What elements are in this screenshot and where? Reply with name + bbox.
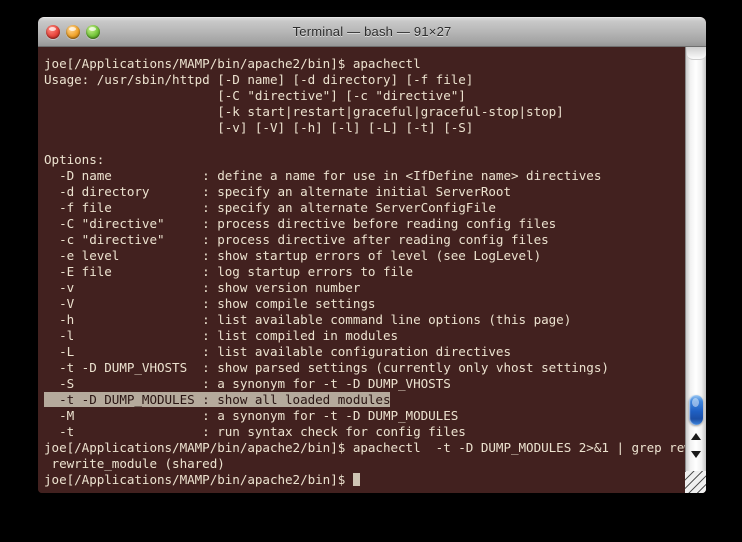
terminal-body[interactable]: joe[/Applications/MAMP/bin/apache2/bin]$… [38,47,706,493]
zoom-button[interactable] [86,25,100,39]
minimize-button[interactable] [66,25,80,39]
line-text: -v : show version number [44,280,360,295]
line-text: rewrite_module (shared) [44,456,225,471]
line-text: -e level : show startup errors of level … [44,248,541,263]
title-bar[interactable]: Terminal — bash — 91×27 [38,17,706,47]
line-text: Options: [44,152,104,167]
line-text: -V : show compile settings [44,296,375,311]
line-text: Usage: /usr/sbin/httpd [-D name] [-d dir… [44,72,473,87]
line-text: -S : a synonym for -t -D DUMP_VHOSTS [44,376,451,391]
terminal-line: Options: [44,152,685,168]
scrollbar-thumb[interactable] [689,395,703,425]
block-cursor [353,473,360,486]
terminal-line: -e level : show startup errors of level … [44,248,685,264]
terminal-line: [-k start|restart|graceful|graceful-stop… [44,104,685,120]
prompt-text: joe[/Applications/MAMP/bin/apache2/bin]$ [44,472,353,487]
terminal-line: -l : list compiled in modules [44,328,685,344]
window-controls [46,25,100,39]
terminal-line: -d directory : specify an alternate init… [44,184,685,200]
terminal-line-blank [44,136,685,152]
line-text: [-v] [-V] [-h] [-l] [-L] [-t] [-S] [44,120,473,135]
line-text: -C "directive" : process directive befor… [44,216,556,231]
terminal-line: -v : show version number [44,280,685,296]
terminal-line: -c "directive" : process directive after… [44,232,685,248]
terminal-line: -E file : log startup errors to file [44,264,685,280]
line-text: -L : list available configuration direct… [44,344,511,359]
line-text: [-C "directive"] [-c "directive"] [44,88,466,103]
terminal-line: -L : list available configuration direct… [44,344,685,360]
terminal-line: -C "directive" : process directive befor… [44,216,685,232]
terminal-line: joe[/Applications/MAMP/bin/apache2/bin]$… [44,440,685,456]
terminal-line: -t -D DUMP_VHOSTS : show parsed settings… [44,360,685,376]
triangle-down-icon [691,451,701,458]
line-text: -M : a synonym for -t -D DUMP_MODULES [44,408,458,423]
terminal-window[interactable]: Terminal — bash — 91×27 joe[/Application… [38,17,706,493]
terminal-line: -S : a synonym for -t -D DUMP_VHOSTS [44,376,685,392]
line-text: -t : run syntax check for config files [44,424,466,439]
scroll-down-arrow-icon[interactable] [686,446,706,463]
terminal-line: -f file : specify an alternate ServerCon… [44,200,685,216]
line-text: -l : list compiled in modules [44,328,398,343]
line-text: -d directory : specify an alternate init… [44,184,511,199]
triangle-up-icon [691,433,701,440]
line-text: joe[/Applications/MAMP/bin/apache2/bin]$… [44,56,421,71]
terminal-line: -h : list available command line options… [44,312,685,328]
terminal-line: -M : a synonym for -t -D DUMP_MODULES [44,408,685,424]
window-title: Terminal — bash — 91×27 [38,24,706,39]
selected-line-text[interactable]: -t -D DUMP_MODULES : show all loaded mod… [44,392,390,407]
line-text: -f file : specify an alternate ServerCon… [44,200,496,215]
line-text: -c "directive" : process directive after… [44,232,549,247]
terminal-line: joe[/Applications/MAMP/bin/apache2/bin]$… [44,56,685,72]
terminal-line: [-v] [-V] [-h] [-l] [-L] [-t] [-S] [44,120,685,136]
line-text: -E file : log startup errors to file [44,264,413,279]
line-text: joe[/Applications/MAMP/bin/apache2/bin]$… [44,440,685,455]
terminal-line: rewrite_module (shared) [44,456,685,472]
terminal-line-selected: -t -D DUMP_MODULES : show all loaded mod… [44,392,685,408]
resize-grip-icon[interactable] [685,471,706,493]
terminal-line: -D name : define a name for use in <IfDe… [44,168,685,184]
line-text: -t -D DUMP_VHOSTS : show parsed settings… [44,360,609,375]
line-text: -h : list available command line options… [44,312,571,327]
close-button[interactable] [46,25,60,39]
line-text: -D name : define a name for use in <IfDe… [44,168,601,183]
scroll-up-arrow-icon[interactable] [686,428,706,445]
terminal-line: [-C "directive"] [-c "directive"] [44,88,685,104]
terminal-line: -V : show compile settings [44,296,685,312]
terminal-line: -t : run syntax check for config files [44,424,685,440]
line-text: [-k start|restart|graceful|graceful-stop… [44,104,564,119]
vertical-scrollbar[interactable] [685,47,706,493]
scrollbar-track-top[interactable] [687,47,706,60]
terminal-line: Usage: /usr/sbin/httpd [-D name] [-d dir… [44,72,685,88]
terminal-prompt-line[interactable]: joe[/Applications/MAMP/bin/apache2/bin]$ [44,472,685,488]
terminal-screen[interactable]: joe[/Applications/MAMP/bin/apache2/bin]$… [38,47,685,493]
